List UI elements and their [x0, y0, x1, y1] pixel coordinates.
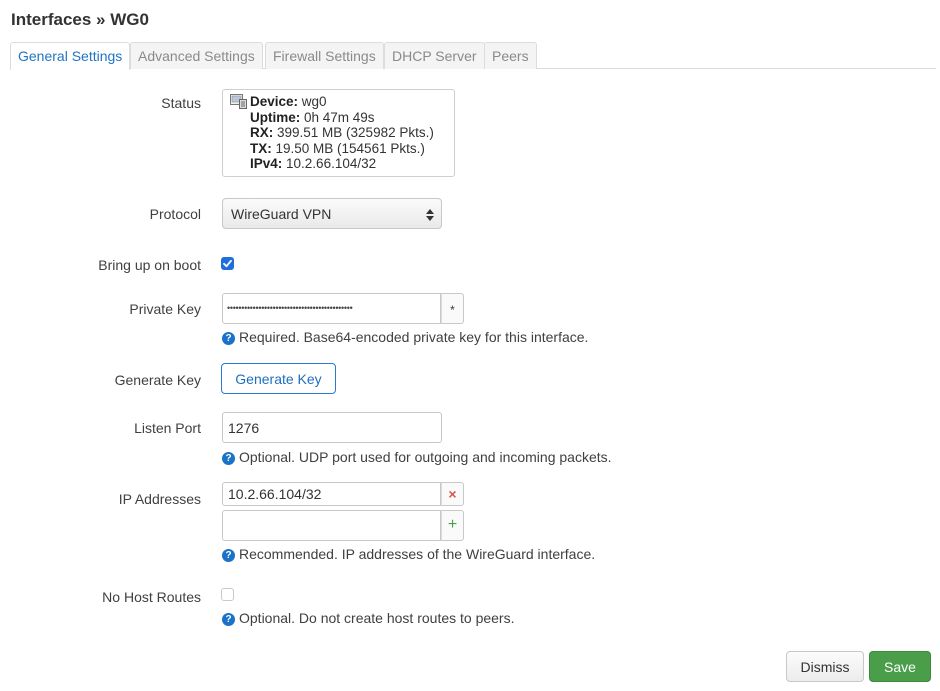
- help-icon: ?: [222, 452, 235, 465]
- ip-addresses-help: ? Recommended. IP addresses of the WireGu…: [222, 546, 595, 562]
- tab-peers[interactable]: Peers: [484, 42, 537, 69]
- add-ip-button[interactable]: +: [441, 510, 464, 541]
- generate-key-label: Generate Key: [114, 372, 201, 388]
- ip-address-new-input[interactable]: [222, 510, 441, 541]
- generate-key-button[interactable]: Generate Key: [221, 363, 336, 394]
- bring-up-on-boot-checkbox[interactable]: [221, 257, 234, 270]
- help-icon: ?: [222, 613, 235, 626]
- save-button[interactable]: Save: [869, 651, 931, 682]
- tab-general-settings[interactable]: General Settings: [10, 42, 131, 70]
- listen-port-label: Listen Port: [134, 420, 201, 436]
- no-host-routes-label: No Host Routes: [102, 589, 201, 605]
- protocol-selected-value: WireGuard VPN: [231, 206, 332, 222]
- tab-firewall-settings[interactable]: Firewall Settings: [265, 42, 384, 69]
- private-key-label: Private Key: [129, 301, 201, 317]
- select-arrows-icon: [426, 208, 434, 224]
- protocol-label: Protocol: [149, 206, 201, 222]
- private-key-input[interactable]: ••••••••••••••••••••••••••••••••••••••••…: [222, 293, 441, 324]
- ip-addresses-label: IP Addresses: [118, 491, 201, 507]
- status-tx: TX: 19.50 MB (154561 Pkts.): [250, 140, 425, 156]
- listen-port-input[interactable]: 1276: [222, 412, 442, 443]
- no-host-routes-help: ? Optional. Do not create host routes to …: [222, 610, 515, 626]
- bring-up-on-boot-label: Bring up on boot: [98, 257, 201, 273]
- ip-address-entry[interactable]: 10.2.66.104/32: [222, 482, 441, 506]
- status-rx: RX: 399.51 MB (325982 Pkts.): [250, 125, 434, 141]
- no-host-routes-checkbox[interactable]: [221, 588, 234, 601]
- tab-bar: General Settings Advanced Settings Firew…: [10, 42, 936, 70]
- page-title: Interfaces » WG0: [11, 10, 149, 29]
- status-ipv4: IPv4: 10.2.66.104/32: [250, 156, 377, 172]
- listen-port-help: ? Optional. UDP port used for outgoing an…: [222, 449, 612, 465]
- private-key-help: ? Required. Base64-encoded private key fo…: [222, 329, 588, 345]
- remove-ip-button[interactable]: ×: [441, 482, 464, 506]
- help-icon: ?: [222, 332, 235, 345]
- help-icon: ?: [222, 549, 235, 562]
- status-device: Device: wg0: [250, 94, 327, 109]
- protocol-select[interactable]: WireGuard VPN: [222, 198, 442, 229]
- dismiss-button[interactable]: Dismiss: [786, 651, 864, 682]
- checkmark-icon: [223, 259, 232, 268]
- tab-dhcp-server[interactable]: DHCP Server: [384, 42, 485, 69]
- reveal-key-button[interactable]: *: [441, 293, 464, 324]
- status-uptime: Uptime: 0h 47m 49s: [250, 109, 375, 125]
- status-box: Device: wg0 Uptime: 0h 47m 49s RX: 399.5…: [222, 89, 455, 177]
- tab-advanced-settings[interactable]: Advanced Settings: [130, 42, 263, 69]
- network-device-icon: [230, 94, 247, 113]
- status-label: Status: [161, 95, 201, 111]
